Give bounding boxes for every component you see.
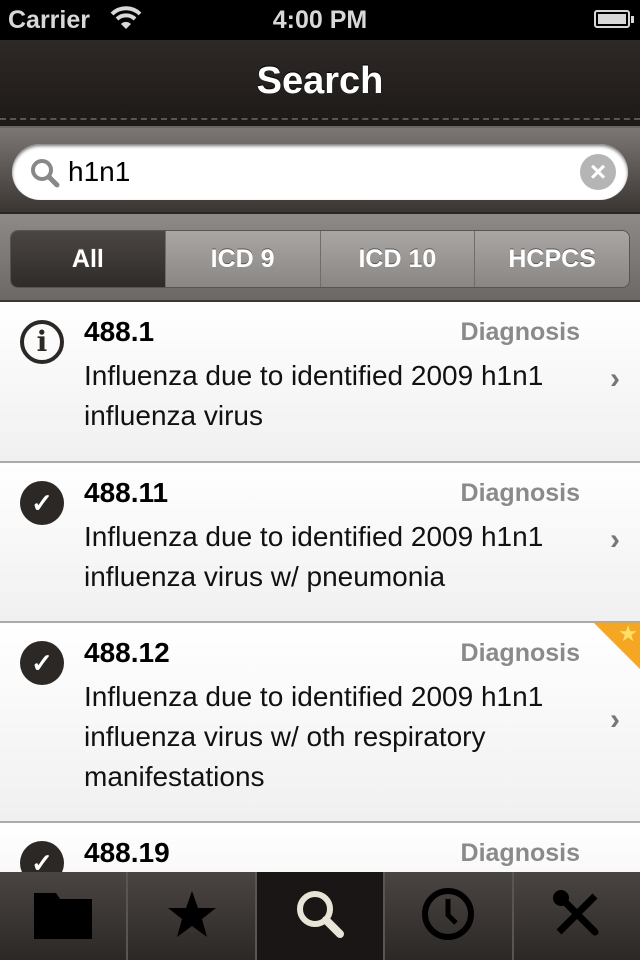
tab-history[interactable] [383,872,511,960]
description: Influenza due to identified 2009 h1n1 in… [84,360,544,431]
folder-icon [34,889,93,944]
star-icon [167,889,217,944]
search-icon [30,158,60,193]
page-title: Search [256,60,384,102]
tab-search[interactable] [254,872,384,960]
clock-icon [421,887,475,946]
battery-icon [594,10,634,28]
code: 488.12 [84,637,170,668]
check-icon[interactable]: ✓ [20,841,64,872]
chevron-right-icon: › [610,703,620,736]
code-type: Diagnosis [460,479,580,507]
code-type: Diagnosis [460,839,580,867]
code-type: Diagnosis [460,318,580,346]
search-input[interactable] [68,154,568,190]
favorite-star-icon: ★ [594,621,640,669]
list-item[interactable]: i 488.1 Diagnosis Influenza due to ident… [0,302,640,463]
segment-all[interactable]: All [11,231,165,287]
search-icon [293,887,347,946]
clock: 4:00 PM [272,6,368,34]
segment-icd10[interactable]: ICD 10 [319,231,475,287]
code: 488.19 [84,837,170,868]
code: 488.11 [84,477,169,508]
results-list: i 488.1 Diagnosis Influenza due to ident… [0,302,640,872]
clear-search-button[interactable]: × [580,154,616,190]
segment-icd9[interactable]: ICD 9 [164,231,320,287]
list-item[interactable]: ★ ✓ 488.12 Diagnosis Influenza due to id… [0,621,640,823]
check-icon[interactable]: ✓ [20,641,64,685]
description: Influenza due to identified 2009 h1n1 in… [84,521,544,592]
tab-settings[interactable] [511,872,640,960]
segment-hcpcs[interactable]: HCPCS [474,231,629,287]
info-icon[interactable]: i [20,320,64,364]
search-bar: × [0,128,640,214]
search-field[interactable]: × [12,144,628,200]
code-type: Diagnosis [460,639,580,667]
check-icon[interactable]: ✓ [20,481,64,525]
list-item[interactable]: ✓ 488.11 Diagnosis Influenza due to iden… [0,463,640,623]
list-item[interactable]: ✓ 488.19 Diagnosis [0,823,640,872]
filter-bar: All ICD 9 ICD 10 HCPCS [0,214,640,302]
tab-favorites[interactable] [126,872,254,960]
code: 488.1 [84,316,155,347]
status-bar: Carrier 4:00 PM [0,0,640,40]
chevron-right-icon: › [610,523,620,556]
filter-segmented-control: All ICD 9 ICD 10 HCPCS [10,230,630,288]
tab-bar [0,872,640,960]
navigation-bar: Search [0,40,640,128]
tools-icon [551,888,603,945]
chevron-right-icon: › [610,362,620,395]
description: Influenza due to identified 2009 h1n1 in… [84,681,544,792]
tab-folders[interactable] [0,872,126,960]
